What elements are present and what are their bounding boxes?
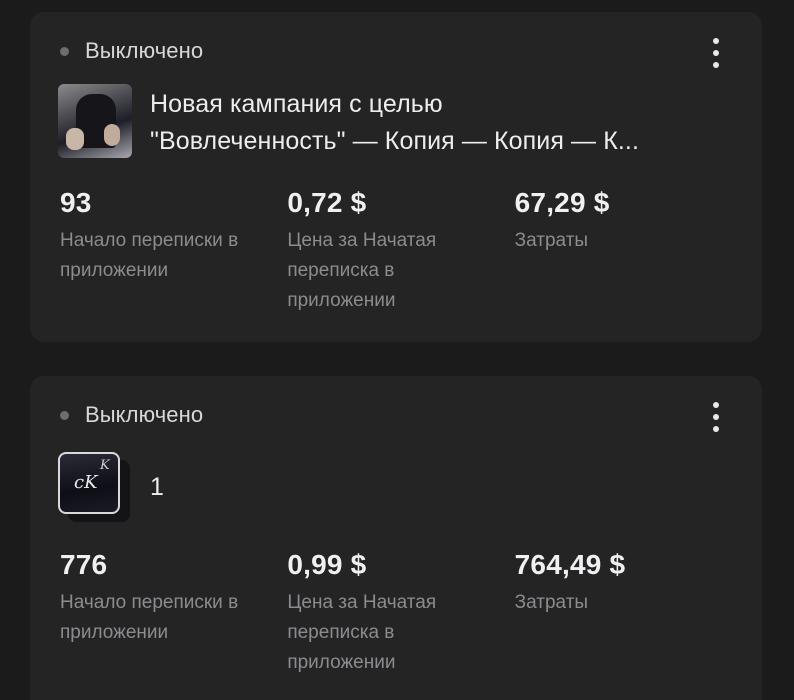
campaign-title[interactable]: 1: [150, 469, 735, 506]
status-text: Выключено: [85, 402, 204, 427]
metrics-row: 776 Начало переписки в приложении 0,99 $…: [60, 548, 742, 678]
metrics-row: 93 Начало переписки в приложении 0,72 $ …: [60, 186, 742, 316]
campaign-card[interactable]: Выключено Новая кампания с целью "Вовлеч…: [30, 12, 762, 342]
campaign-thumbnail: K cK: [56, 450, 138, 532]
metric-value: 0,72 $: [287, 187, 367, 218]
metric-value: 764,49 $: [514, 549, 626, 580]
metric-value: 93: [60, 187, 92, 218]
metric-conversations: 93 Начало переписки в приложении: [60, 186, 287, 316]
metric-label: Затраты: [514, 592, 589, 613]
status-dot-icon: [60, 46, 69, 56]
metric-label: Начало переписки в приложении: [60, 230, 239, 281]
metric-spend: 764,49 $ Затраты: [515, 548, 742, 678]
campaign-title[interactable]: Новая кампания с целью "Вовлеченность" —…: [150, 86, 735, 160]
more-options-icon[interactable]: [706, 402, 726, 432]
campaign-thumbnail: [58, 84, 132, 158]
campaign-title-line1: Новая кампания с целью: [150, 90, 443, 118]
status-row: Выключено: [60, 38, 203, 64]
campaign-card[interactable]: Выключено K cK 1 776 Начало переписки в …: [30, 376, 762, 700]
metric-value: 67,29 $: [514, 187, 610, 218]
metric-label: Цена за Начатая переписка в приложении: [287, 592, 437, 673]
status-dot-icon: [60, 410, 69, 420]
status-row: Выключено: [60, 402, 203, 428]
status-text: Выключено: [85, 38, 204, 63]
metric-label: Цена за Начатая переписка в приложении: [287, 230, 437, 311]
campaign-list: Выключено Новая кампания с целью "Вовлеч…: [0, 0, 794, 700]
metric-cost-per-result: 0,99 $ Цена за Начатая переписка в прило…: [287, 548, 514, 678]
metric-label: Начало переписки в приложении: [60, 592, 239, 643]
metric-cost-per-result: 0,72 $ Цена за Начатая переписка в прило…: [287, 186, 514, 316]
more-options-icon[interactable]: [706, 38, 726, 68]
campaign-title-line1: 1: [150, 473, 165, 501]
campaign-title-line2: "Вовлеченность" — Копия — Копия — К...: [150, 127, 640, 155]
metric-value: 0,99 $: [287, 549, 367, 580]
metric-value: 776: [60, 549, 108, 580]
metric-spend: 67,29 $ Затраты: [515, 186, 742, 316]
metric-label: Затраты: [514, 230, 589, 251]
metric-conversations: 776 Начало переписки в приложении: [60, 548, 287, 678]
